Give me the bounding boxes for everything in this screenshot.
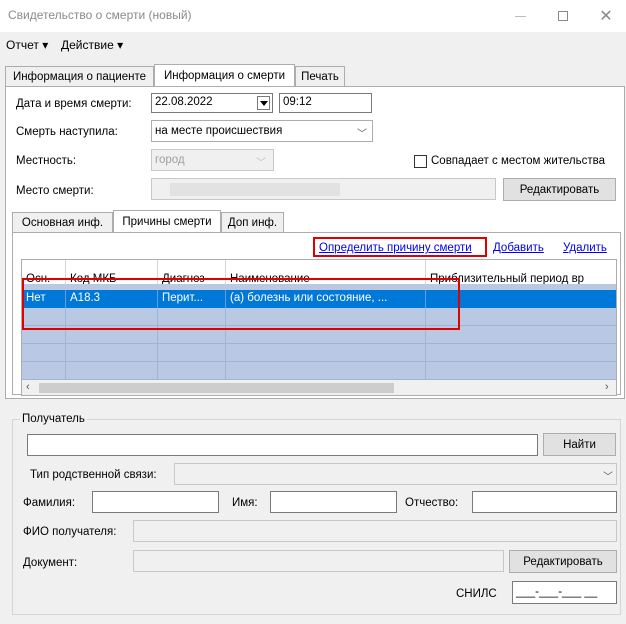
tab-death-info[interactable]: Информация о смерти [154,64,295,86]
minimize-button[interactable] [500,0,540,32]
maximize-button[interactable] [543,0,583,32]
place-field [151,178,496,200]
same-residence-checkbox[interactable] [414,155,427,168]
locality-value: город [155,154,185,166]
cell-name: (а) болезнь или состояние, ... [226,290,426,308]
datetime-label: Дата и время смерти: [16,98,132,110]
occurred-value: на месте происшествия [155,125,283,137]
fio-field [133,520,617,542]
menu-action[interactable]: Действие ▾ [61,38,123,52]
recipient-group-label: Получатель [20,413,87,425]
time-input[interactable]: 09:12 [279,93,372,113]
grid-body: Нет A18.3 Перит... (а) болезнь или состо… [22,284,616,380]
add-link[interactable]: Добавить [493,242,544,254]
grid-line [65,308,66,380]
maximize-icon [558,11,568,21]
relation-select[interactable] [174,463,617,485]
patronymic-label: Отчество: [405,497,459,509]
date-input[interactable]: 22.08.2022 [151,93,273,113]
determine-cause-link[interactable]: Определить причину смерти [319,242,472,254]
snils-label: СНИЛС [456,588,497,600]
scrollbar-thumb[interactable] [39,383,394,393]
col-header-main[interactable]: Осн. [22,260,66,284]
close-icon: ✕ [599,8,613,25]
grid-line [425,308,426,380]
tab-death-causes[interactable]: Причины смерти [113,210,221,232]
scroll-left-icon[interactable]: ‹ [26,381,30,393]
cell-main: Нет [22,290,66,308]
place-label: Место смерти: [16,185,94,197]
edit-document-button[interactable]: Редактировать [509,550,617,573]
find-button[interactable]: Найти [543,433,616,456]
menu-bar: Отчет ▾ Действие ▾ [0,32,626,54]
grid-header: Осн. Код МКБ Диагноз Наименование Прибли… [22,260,616,285]
menu-report[interactable]: Отчет ▾ [6,38,48,52]
causes-grid: Осн. Код МКБ Диагноз Наименование Прибли… [21,259,617,396]
firstname-input[interactable] [270,491,397,513]
locality-label: Местность: [16,155,77,167]
tab-print[interactable]: Печать [295,66,345,86]
col-header-name[interactable]: Наименование [226,260,426,284]
occurred-select[interactable]: на месте происшествия [151,120,373,142]
redacted-block [170,183,340,196]
chevron-down-icon: ﹀ [256,158,266,169]
cell-period [426,290,616,308]
cell-diagnosis: Перит... [158,290,226,308]
chevron-down-icon [259,100,268,106]
title-bar: Свидетельство о смерти (новый) ✕ [0,0,626,32]
snils-input[interactable]: ___-___-___ __ [512,581,617,604]
same-residence-label: Совпадает с местом жительства [431,155,606,167]
close-button[interactable]: ✕ [586,0,626,32]
col-header-period[interactable]: Приблизительный период вр [426,260,616,284]
cell-mkb: A18.3 [66,290,158,308]
relation-label: Тип родственной связи: [30,469,157,481]
fio-label: ФИО получателя: [23,526,117,538]
snils-mask: ___-___-___ __ [516,586,598,598]
occurred-label: Смерть наступила: [16,126,118,138]
date-value: 22.08.2022 [155,96,213,108]
chevron-down-icon: ﹀ [603,472,613,483]
patronymic-input[interactable] [472,491,617,513]
horizontal-scrollbar[interactable]: ‹ › [22,380,616,395]
scroll-right-icon[interactable]: › [605,381,609,393]
date-picker-button[interactable] [257,96,270,110]
col-header-mkb[interactable]: Код МКБ [66,260,158,284]
tab-main-info[interactable]: Основная инф. [12,212,113,232]
time-value: 09:12 [283,96,312,108]
tab-patient-info[interactable]: Информация о пациенте [5,66,154,86]
chevron-down-icon: ﹀ [357,129,367,140]
table-row[interactable]: Нет A18.3 Перит... (а) болезнь или состо… [22,290,616,308]
lastname-label: Фамилия: [23,497,76,509]
minimize-icon [514,15,526,17]
edit-place-button[interactable]: Редактировать [503,178,616,201]
recipient-search-input[interactable] [27,434,538,456]
empty-rows [22,308,616,380]
grid-line [225,308,226,380]
document-label: Документ: [23,557,78,569]
window-title: Свидетельство о смерти (новый) [8,8,192,22]
firstname-label: Имя: [232,497,258,509]
document-field [133,550,504,572]
tab-extra-info[interactable]: Доп инф. [221,212,284,232]
col-header-diagnosis[interactable]: Диагноз [158,260,226,284]
grid-line [157,308,158,380]
delete-link[interactable]: Удалить [563,242,607,254]
lastname-input[interactable] [92,491,219,513]
